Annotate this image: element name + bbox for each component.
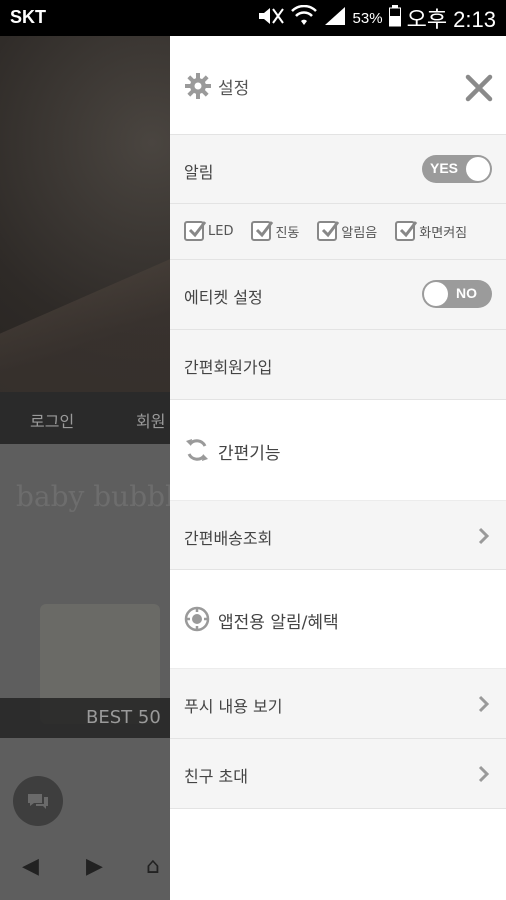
status-bar: SKT 53% 오후 2:13: [0, 0, 506, 36]
drawer-header: 설정: [170, 36, 506, 134]
checkbox-checked-icon: [395, 221, 418, 241]
push-label: 푸시 내용 보기: [184, 697, 283, 716]
checkbox-checked-icon: [184, 221, 207, 241]
clock: 오후 2:13: [406, 7, 496, 32]
vibration-label: 진동: [275, 225, 300, 241]
brand-text: baby bubbl: [16, 480, 175, 513]
push-row[interactable]: 푸시 내용 보기: [170, 668, 506, 739]
alarm-options: LED 진동 알림음 화면켜짐: [184, 221, 467, 241]
chat-button[interactable]: [13, 776, 63, 826]
screen-on-checkbox[interactable]: 화면켜짐: [395, 221, 467, 241]
alarm-row: 알림 YES: [170, 134, 506, 204]
checkbox-checked-icon: [251, 221, 274, 241]
back-arrow-icon[interactable]: ◀: [22, 854, 39, 879]
member-link[interactable]: 회원: [136, 408, 165, 432]
gear-icon: [184, 72, 212, 104]
drawer-title: 설정: [218, 79, 250, 99]
home-icon[interactable]: ⌂: [146, 854, 160, 879]
target-icon: [184, 606, 210, 636]
alarm-toggle-text: YES: [430, 160, 459, 176]
screen-on-label: 화면켜짐: [419, 225, 468, 241]
forward-arrow-icon[interactable]: ▶: [86, 854, 103, 879]
etiquette-row: 에티켓 설정 NO: [170, 260, 506, 330]
etiquette-toggle[interactable]: NO: [422, 280, 492, 308]
led-checkbox[interactable]: LED: [184, 221, 233, 241]
chevron-right-icon: [478, 765, 490, 787]
login-link[interactable]: 로그인: [30, 408, 74, 432]
signup-row[interactable]: 간편회원가입: [170, 330, 506, 400]
bottom-nav: ◀ ▶ ⌂: [0, 844, 170, 892]
invite-label: 친구 초대: [184, 767, 248, 786]
chat-icon: [28, 794, 48, 809]
etiquette-toggle-text: NO: [456, 285, 477, 301]
app-section-header: 앱전용 알림/혜택: [170, 570, 506, 668]
led-label: LED: [208, 223, 234, 239]
settings-drawer: 설정 알림 YES LED 진동 알림음 화면켜짐 에티켓 설정 NO 간편회원…: [170, 36, 506, 900]
delivery-label: 간편배송조회: [184, 529, 273, 548]
quick-section-title: 간편기능: [218, 444, 281, 464]
signup-label: 간편회원가입: [184, 358, 273, 377]
status-icons: 53% 오후 2:13: [257, 4, 496, 32]
wifi-icon: [290, 4, 317, 31]
refresh-icon: [184, 437, 210, 467]
sound-label: 알림음: [341, 225, 378, 241]
vibration-checkbox[interactable]: 진동: [251, 221, 299, 241]
chevron-right-icon: [478, 695, 490, 717]
delivery-row[interactable]: 간편배송조회: [170, 500, 506, 570]
etiquette-label: 에티켓 설정: [184, 288, 263, 307]
best-banner[interactable]: BEST 50: [0, 698, 170, 738]
best-label: BEST 50: [86, 707, 161, 728]
battery-percent: 53%: [352, 9, 383, 27]
alarm-label: 알림: [184, 163, 214, 182]
app-section-title: 앱전용 알림/혜택: [218, 613, 339, 633]
sound-checkbox[interactable]: 알림음: [317, 221, 377, 241]
chevron-right-icon: [478, 527, 490, 549]
checkbox-checked-icon: [317, 221, 340, 241]
mute-icon: [257, 5, 285, 31]
alarm-options-row: LED 진동 알림음 화면켜짐: [170, 204, 506, 260]
close-icon[interactable]: [464, 73, 494, 107]
invite-row[interactable]: 친구 초대: [170, 739, 506, 809]
toggle-knob: [466, 157, 490, 181]
signal-icon: [323, 5, 347, 31]
toggle-knob: [424, 282, 448, 306]
carrier-label: SKT: [10, 7, 46, 27]
battery-icon: [388, 5, 401, 31]
quick-section-header: 간편기능: [170, 400, 506, 500]
alarm-toggle[interactable]: YES: [422, 155, 492, 183]
